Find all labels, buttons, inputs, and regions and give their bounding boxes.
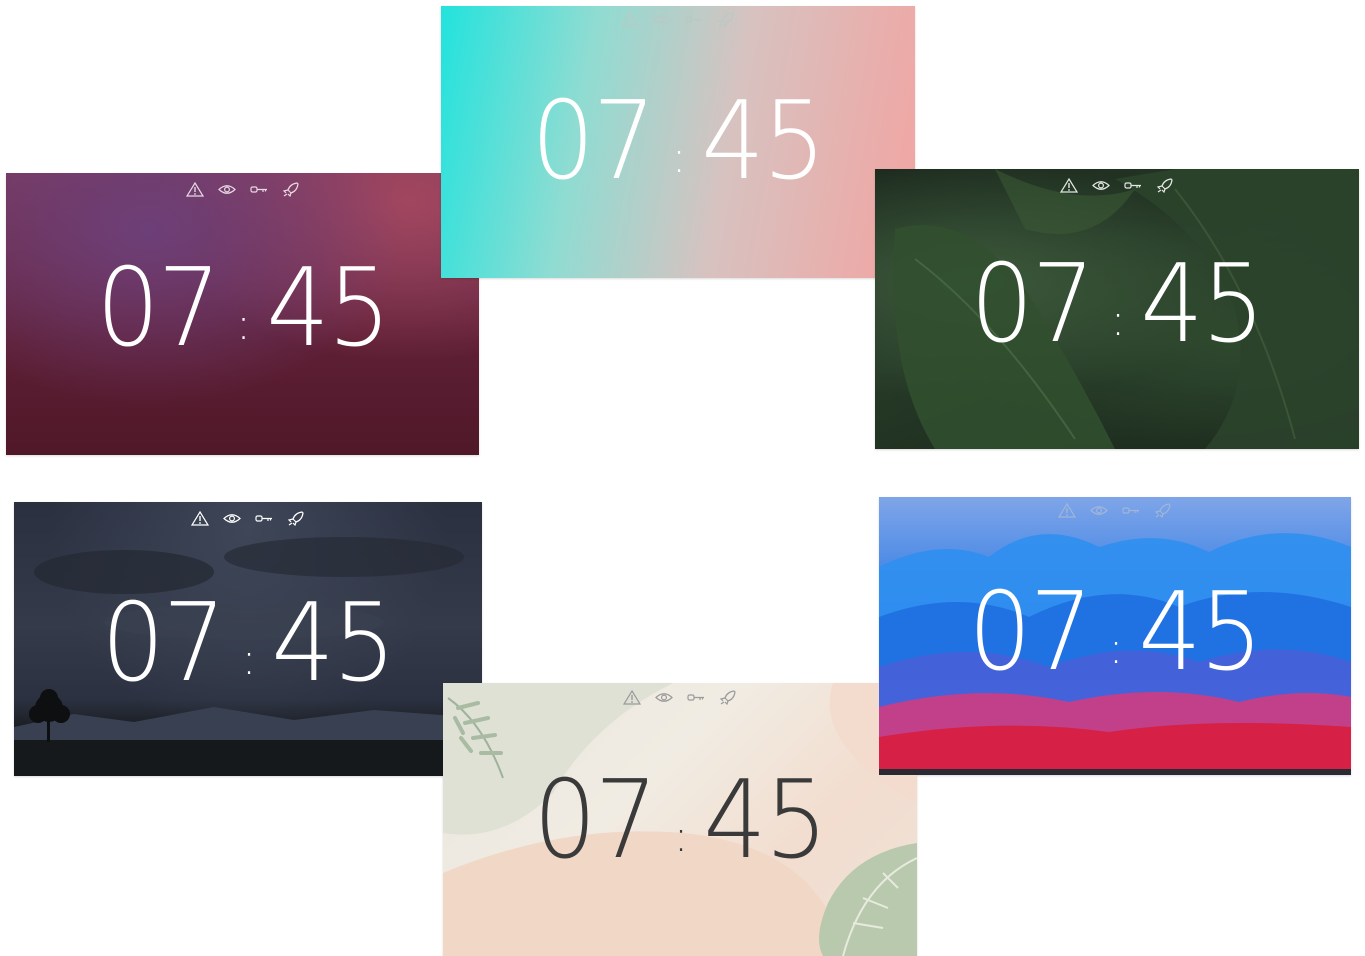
status-icons	[6, 181, 479, 197]
clock-display: 07:45	[875, 251, 1359, 359]
status-icons	[879, 502, 1351, 518]
clock-colon: :	[671, 131, 687, 183]
eye-icon[interactable]	[652, 11, 672, 27]
clock-minutes: 45	[701, 79, 827, 204]
gradient-theme-preview[interactable]: 07:45	[441, 6, 915, 278]
clock-hours: 07	[970, 242, 1095, 367]
plum-theme-preview[interactable]: 07:45	[6, 173, 479, 455]
eye-icon[interactable]	[1091, 177, 1111, 193]
status-icons	[443, 689, 917, 705]
clock-colon: :	[1110, 294, 1126, 346]
theme-gallery: 07:45 07:45 07:45 07: 45 07: 45 07: 4…	[0, 0, 1365, 956]
rocket-icon[interactable]	[716, 11, 736, 27]
warning-icon[interactable]	[185, 181, 205, 197]
rocket-icon[interactable]	[286, 510, 306, 526]
clock-colon: :	[236, 298, 251, 350]
rocket-icon[interactable]	[1153, 502, 1173, 518]
key-icon[interactable]	[686, 689, 706, 705]
warning-icon[interactable]	[1057, 502, 1077, 518]
warning-icon[interactable]	[190, 510, 210, 526]
eye-icon[interactable]	[217, 181, 237, 197]
rocket-icon[interactable]	[281, 181, 301, 197]
clock-display: 07:45	[443, 767, 917, 875]
clock-display: 07:45	[6, 255, 479, 363]
status-icons	[441, 11, 915, 27]
waves-theme-preview[interactable]: 07:45	[879, 497, 1351, 775]
clock-minutes: 45	[271, 581, 397, 706]
eye-icon[interactable]	[222, 510, 242, 526]
clock-hours: 07	[101, 581, 226, 706]
clock-display: 07:45	[14, 590, 482, 698]
key-icon[interactable]	[1123, 177, 1143, 193]
status-icons	[14, 510, 482, 526]
clock-hours: 07	[531, 79, 656, 204]
clock-display: 07:45	[441, 88, 915, 196]
eye-icon[interactable]	[1089, 502, 1109, 518]
status-icons	[875, 177, 1359, 193]
key-icon[interactable]	[684, 11, 704, 27]
eye-icon[interactable]	[654, 689, 674, 705]
clock-minutes: 45	[1140, 242, 1266, 367]
warning-icon[interactable]	[622, 689, 642, 705]
clock-display: 07:45	[879, 579, 1351, 687]
warning-icon[interactable]	[620, 11, 640, 27]
rocket-icon[interactable]	[718, 689, 738, 705]
botanical-theme-preview[interactable]: 07:45	[443, 683, 917, 956]
clock-minutes: 45	[703, 758, 829, 883]
clock-minutes: 45	[1138, 570, 1264, 695]
key-icon[interactable]	[1121, 502, 1141, 518]
key-icon[interactable]	[249, 181, 269, 197]
key-icon[interactable]	[254, 510, 274, 526]
warning-icon[interactable]	[1059, 177, 1079, 193]
clock-colon: :	[673, 810, 689, 862]
leaf-theme-preview[interactable]: 07:45	[875, 169, 1359, 449]
clock-hours: 07	[95, 246, 221, 371]
clock-colon: :	[241, 633, 257, 685]
clock-hours: 07	[533, 758, 658, 883]
rocket-icon[interactable]	[1155, 177, 1175, 193]
clock-minutes: 45	[266, 246, 391, 371]
clock-colon: :	[1108, 622, 1124, 674]
clock-hours: 07	[968, 570, 1093, 695]
night-theme-preview[interactable]: 07:45	[14, 502, 482, 776]
